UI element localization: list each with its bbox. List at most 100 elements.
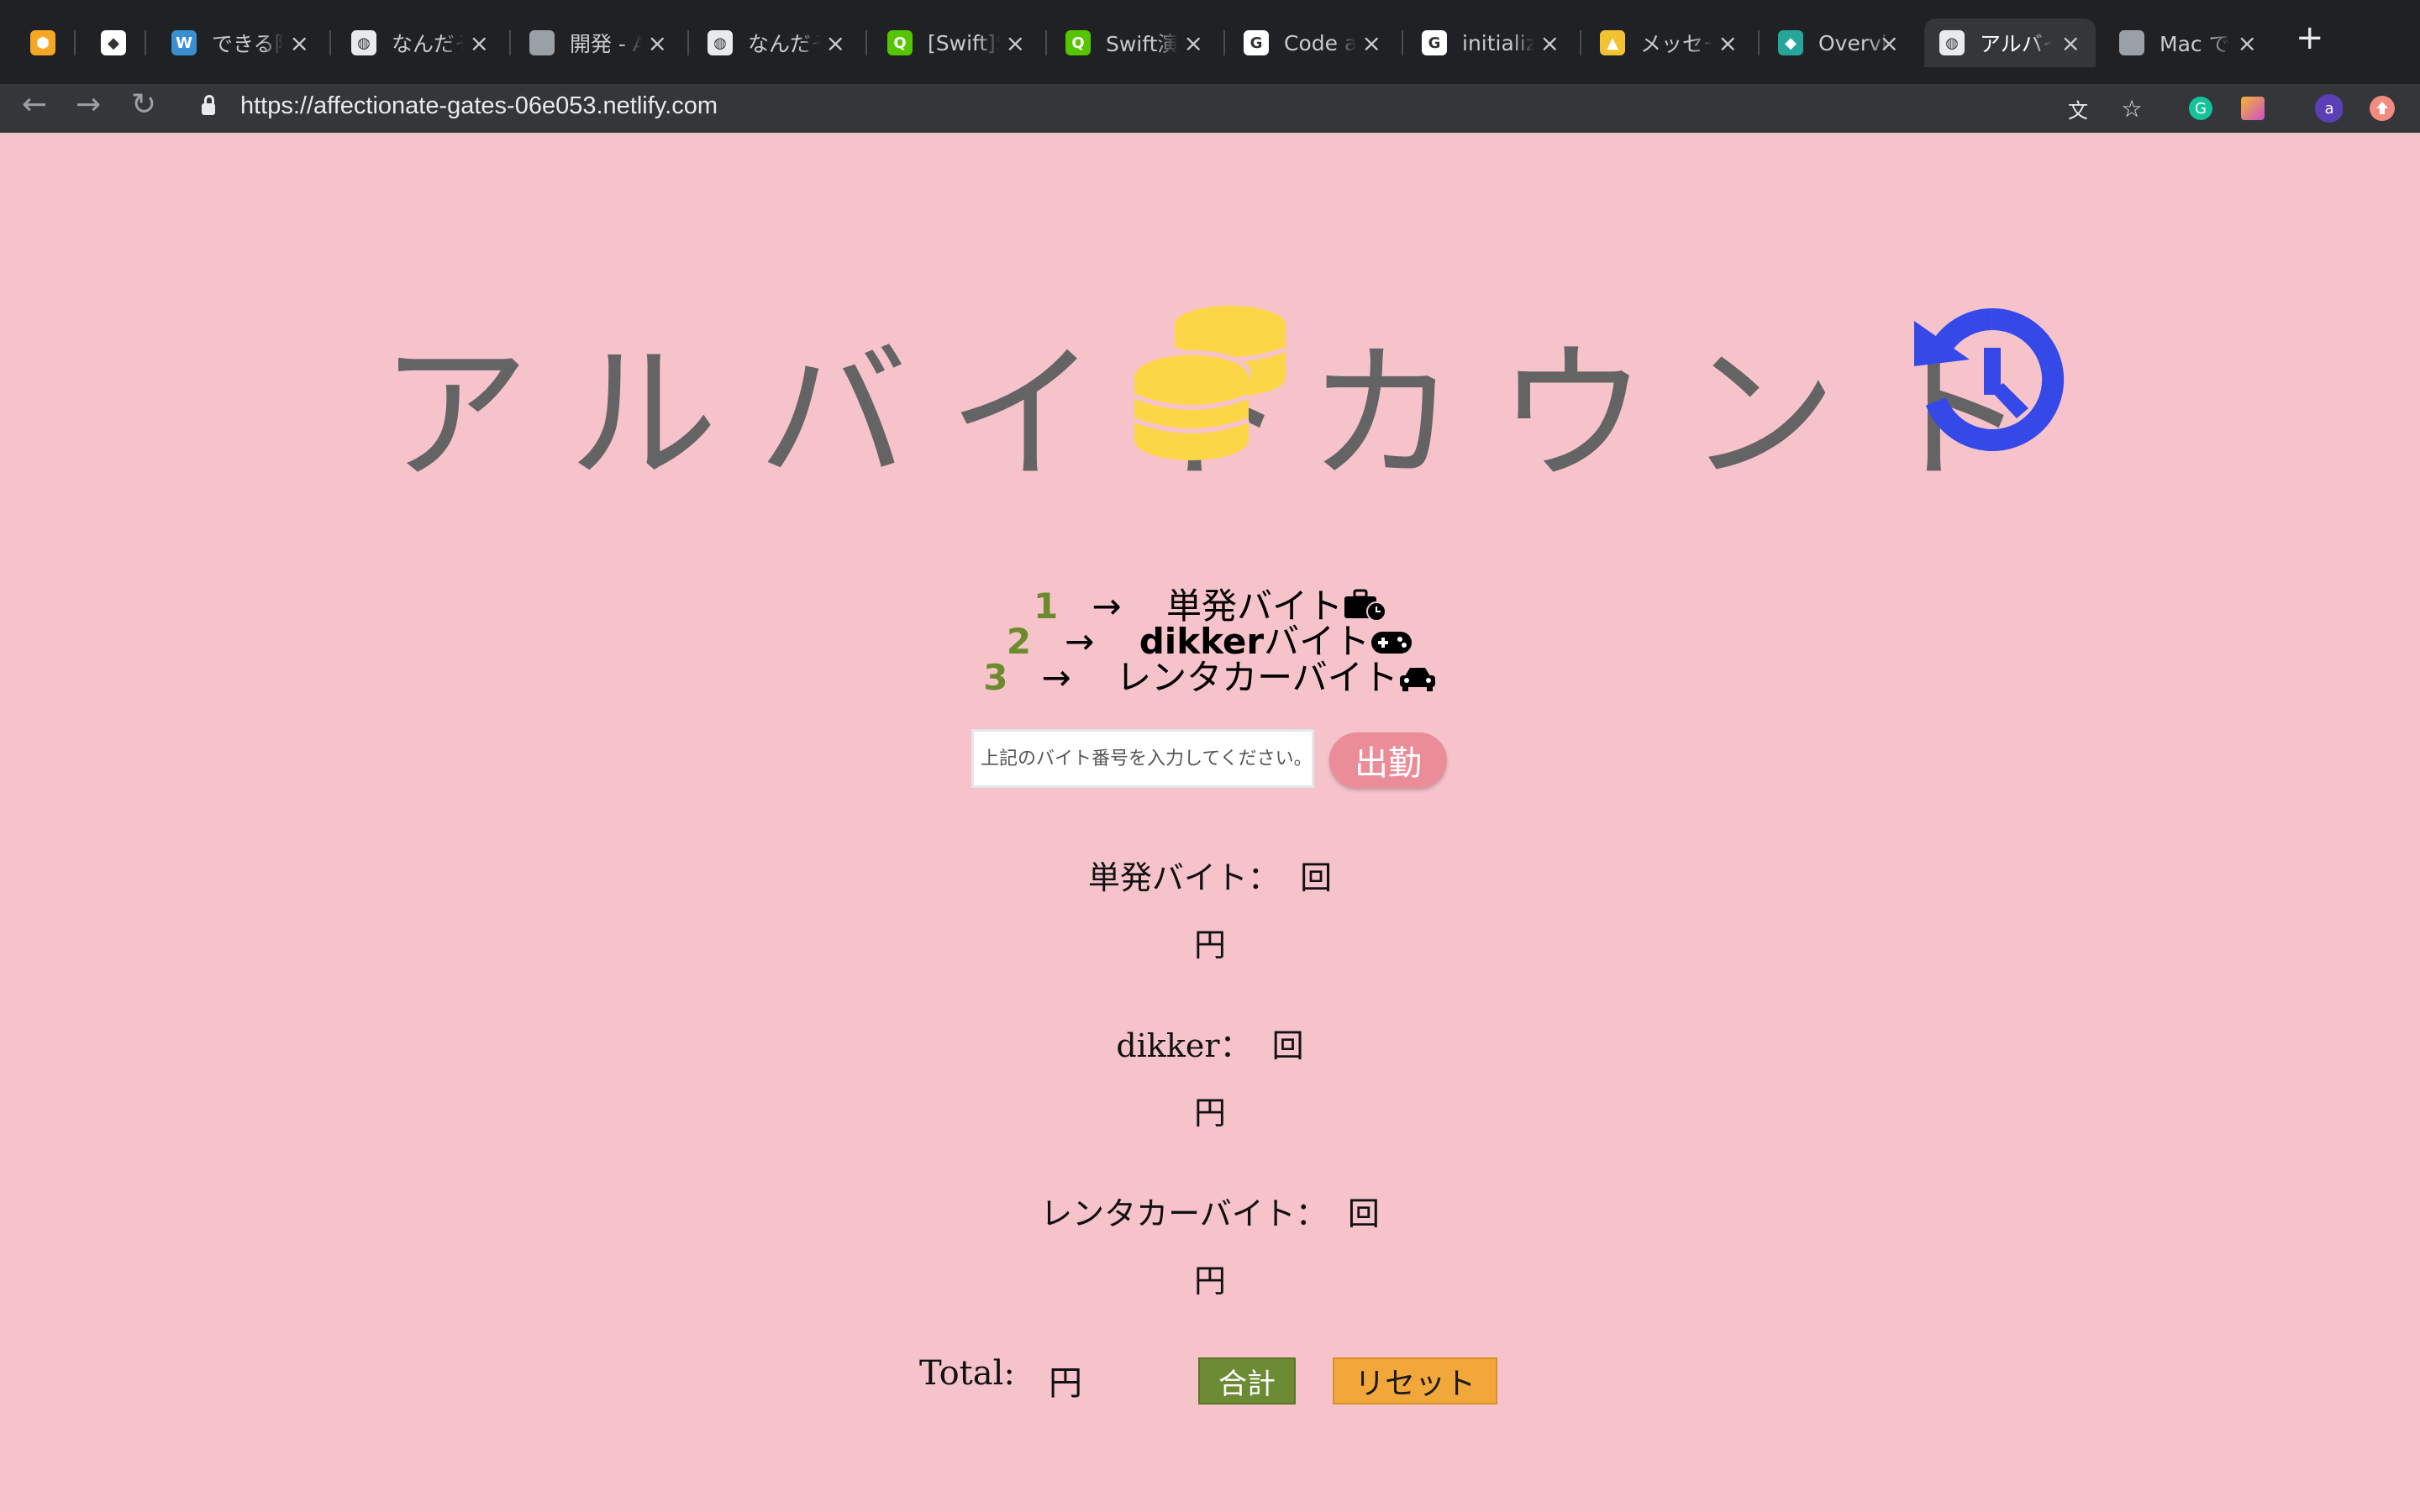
arrow: → bbox=[1041, 657, 1071, 698]
browser-tab[interactable]: ◍ アルバイ × bbox=[1924, 18, 2096, 67]
browser-tab[interactable]: ◍ なんだそ× bbox=[692, 18, 860, 67]
total-label: Total: bbox=[919, 1354, 1015, 1393]
tab-close-icon[interactable]: × bbox=[1184, 29, 1203, 57]
tab-favicon-icon: ⬢ bbox=[30, 30, 55, 55]
browser-tab[interactable]: ◍ なんだそ× bbox=[336, 18, 504, 67]
extension-icon[interactable] bbox=[2238, 94, 2267, 123]
job-number-input-wrapper bbox=[971, 729, 1314, 788]
tab-title: initializ bbox=[1462, 30, 1534, 55]
translate-icon[interactable]: 文 bbox=[2064, 94, 2092, 123]
grammarly-extension-icon[interactable]: G bbox=[2186, 94, 2215, 123]
menu-item-1: 1 → 単発バイト bbox=[0, 588, 2420, 624]
yen-unit: 円 bbox=[1193, 1095, 1226, 1131]
menu-label-bold: dikker bbox=[1139, 621, 1265, 662]
browser-tab[interactable]: 開発 - A × bbox=[514, 18, 682, 67]
menu-label: レンタカーバイト bbox=[1116, 657, 1398, 698]
back-icon[interactable]: ← bbox=[22, 87, 47, 122]
update-icon[interactable] bbox=[2368, 94, 2396, 123]
tab-close-icon[interactable]: × bbox=[470, 29, 489, 57]
tab-separator bbox=[509, 30, 511, 55]
browser-tab[interactable]: Ginitializ × bbox=[1407, 18, 1575, 67]
tab-close-icon[interactable]: × bbox=[2061, 29, 2081, 57]
history-icon bbox=[1914, 307, 2065, 451]
stat-rental-yen: 円 bbox=[0, 1255, 2420, 1301]
browser-tab[interactable]: Q Swift演 × bbox=[1050, 18, 1218, 67]
stat-dikker-yen: 円 bbox=[0, 1087, 2420, 1133]
tab-title: Mac で bbox=[2160, 32, 2230, 56]
total-yen-unit: 円 bbox=[1049, 1364, 1082, 1403]
gamepad-icon bbox=[1371, 632, 1413, 654]
stat-single-count: 単発バイト： 回 bbox=[0, 852, 2420, 898]
tab-favicon-icon: ◆ bbox=[1778, 30, 1803, 55]
tab-favicon-icon: Q bbox=[887, 30, 913, 55]
browser-tab[interactable]: ◆Overvie× bbox=[1763, 18, 1914, 67]
menu-label: バイト bbox=[1264, 621, 1370, 662]
job-number-input[interactable] bbox=[974, 732, 1312, 785]
stat-dikker-count: dikker： 回 bbox=[0, 1020, 2420, 1066]
tab-favicon-icon: ▲ bbox=[1600, 30, 1625, 55]
tab-title: Swift演 bbox=[1106, 32, 1178, 56]
yen-unit: 円 bbox=[1193, 1263, 1226, 1299]
coins-icon bbox=[1133, 306, 1287, 460]
browser-tab[interactable]: W できる限× bbox=[156, 18, 324, 67]
tab-favicon-icon bbox=[529, 30, 555, 55]
tab-title: なんだそ bbox=[392, 32, 464, 56]
arrow: → bbox=[1065, 621, 1095, 662]
reset-button[interactable]: リセット bbox=[1333, 1357, 1497, 1404]
new-tab-icon[interactable]: + bbox=[2296, 18, 2324, 57]
avatar-letter: a bbox=[2324, 100, 2333, 118]
browser-tab[interactable]: G Code ar× bbox=[1228, 18, 1397, 67]
tab-title: 開発 - A bbox=[570, 32, 642, 56]
tab-close-icon[interactable]: × bbox=[648, 29, 667, 57]
tab-close-icon[interactable]: × bbox=[1362, 29, 1381, 57]
forward-icon[interactable]: → bbox=[76, 87, 101, 122]
tab-separator bbox=[1758, 30, 1760, 55]
tab-favicon-icon: W bbox=[171, 30, 197, 55]
reload-icon[interactable]: ↻ bbox=[131, 87, 156, 122]
menu-number: 2 bbox=[1006, 621, 1032, 662]
tab-close-icon[interactable]: × bbox=[1718, 29, 1738, 57]
clock-in-button[interactable]: 出勤 bbox=[1329, 732, 1447, 788]
yen-unit: 円 bbox=[1193, 927, 1226, 963]
tab-favicon-icon: ◍ bbox=[351, 30, 376, 55]
address-bar[interactable]: https://affectionate-gates-06e053.netlif… bbox=[183, 86, 2116, 126]
tab-favicon-icon: G bbox=[1422, 30, 1447, 55]
car-icon bbox=[1399, 668, 1435, 691]
browser-tab-strip: ⬢◆Wできる限×◍なんだそ×開発 - A×◍なんだそ×Q[Swift]S×QSw… bbox=[0, 0, 2420, 84]
tab-separator bbox=[865, 30, 867, 55]
tab-close-icon[interactable]: × bbox=[290, 29, 309, 57]
browser-tab[interactable]: Q [Swift]S× bbox=[872, 18, 1040, 67]
tab-separator bbox=[145, 30, 146, 55]
tab-close-icon[interactable]: × bbox=[826, 29, 845, 57]
browser-tab[interactable]: Mac で × bbox=[2104, 18, 2272, 67]
tab-title: [Swift]S bbox=[928, 30, 1000, 55]
browser-tab[interactable]: ◆ bbox=[86, 18, 139, 67]
bookmark-star-icon[interactable]: ☆ bbox=[2118, 94, 2146, 123]
browser-tab[interactable]: ▲ メッセー× bbox=[1585, 18, 1753, 67]
tab-close-icon[interactable]: × bbox=[1006, 29, 1025, 57]
tab-separator bbox=[1580, 30, 1581, 55]
stat-single-yen: 円 bbox=[0, 919, 2420, 965]
url-text: https://affectionate-gates-06e053.netlif… bbox=[240, 92, 718, 119]
sum-button[interactable]: 合計 bbox=[1198, 1357, 1296, 1404]
tab-separator bbox=[687, 30, 689, 55]
browser-tab[interactable]: ⬢ bbox=[15, 18, 69, 67]
tab-favicon-icon: ◆ bbox=[101, 30, 126, 55]
app-title: アルバイト カウント bbox=[0, 286, 2420, 501]
tab-favicon-icon: Q bbox=[1065, 30, 1091, 55]
tab-favicon-icon: ◍ bbox=[1939, 30, 1965, 55]
tab-title: アルバイ bbox=[1980, 32, 2052, 56]
tab-separator bbox=[329, 30, 331, 55]
tab-close-icon[interactable]: × bbox=[1880, 29, 1899, 57]
stat-label: レンタカーバイト： bbox=[1040, 1195, 1328, 1232]
tab-close-icon[interactable]: × bbox=[2238, 29, 2257, 57]
count-unit: 回 bbox=[1300, 859, 1333, 896]
tab-separator bbox=[1223, 30, 1225, 55]
tab-title: メッセー bbox=[1640, 32, 1712, 56]
tab-title: できる限 bbox=[212, 32, 284, 56]
tab-favicon-icon: G bbox=[1244, 30, 1269, 55]
stat-label: 単発バイト： bbox=[1087, 859, 1280, 896]
tab-close-icon[interactable]: × bbox=[1540, 29, 1560, 57]
profile-avatar[interactable]: a bbox=[2314, 94, 2343, 123]
tab-title: なんだそ bbox=[748, 32, 820, 56]
